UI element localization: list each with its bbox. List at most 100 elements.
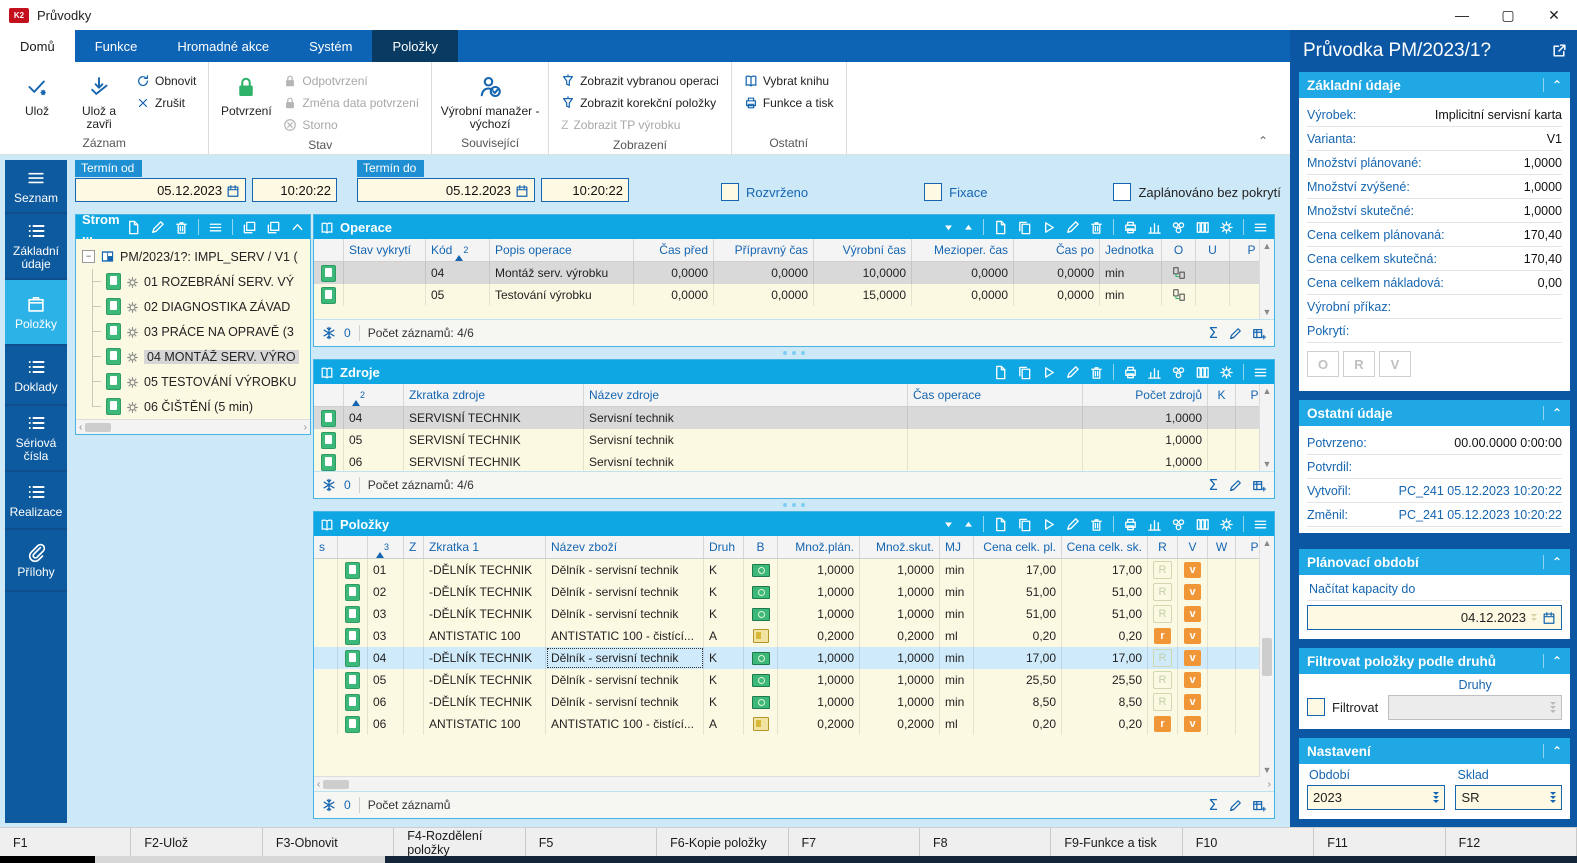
termin-od-time-field[interactable]: 10:20:22 [252, 178, 337, 202]
delete-icon[interactable] [174, 220, 189, 235]
sidebar-item-seriova-cisla[interactable]: Sériová čísla [5, 406, 67, 472]
storno-button[interactable]: Storno [277, 114, 425, 136]
chart-icon[interactable] [1147, 220, 1162, 235]
table-row-selected[interactable]: 04 -DĚLNÍK TECHNIK Dělník - servisní tec… [314, 647, 1274, 669]
vyrobni-manazer-button[interactable]: Výrobní manažer - výchozí [438, 66, 542, 134]
copy-icon[interactable] [1017, 220, 1032, 235]
delete-icon[interactable] [1089, 365, 1104, 380]
nacitat-kapacity-field[interactable]: 04.12.2023 [1307, 605, 1562, 630]
edit-icon[interactable] [1065, 220, 1080, 235]
collapse-section-icon[interactable]: ⌃ [1543, 555, 1562, 569]
tab-domu[interactable]: Domů [0, 30, 75, 62]
zobrazit-vybranou-operaci-button[interactable]: Zobrazit vybranou operaci [555, 70, 725, 92]
chart-icon[interactable] [1147, 517, 1162, 532]
tree-item-selected[interactable]: 04 MONTÁŽ SERV. VÝRO [82, 344, 310, 369]
zobrazit-tp-vyrobku-button[interactable]: ZZobrazit TP výrobku [555, 114, 725, 136]
menu-icon[interactable] [1253, 517, 1268, 532]
uloz-a-zavri-button[interactable]: Ulož a zavři [68, 66, 130, 134]
tree-item[interactable]: 06 ČIŠTĚNÍ (5 min) [82, 394, 310, 419]
workflow-icon[interactable] [1171, 220, 1186, 235]
sidebar-item-realizace[interactable]: Realizace [5, 472, 67, 530]
table-row[interactable]: 02 -DĚLNÍK TECHNIK Dělník - servisní tec… [314, 581, 1274, 603]
table-row[interactable]: 06 SERVISNÍ TECHNIK Servisní technik 1,0… [314, 451, 1274, 471]
tree-item[interactable]: 03 PRÁCE NA OPRAVĚ (3 [82, 319, 310, 344]
workflow-icon[interactable] [1171, 517, 1186, 532]
bulk-add-icon[interactable] [1252, 797, 1266, 814]
fkey-f12[interactable]: F12 [1446, 828, 1577, 857]
tab-hromadne-akce[interactable]: Hromadné akce [157, 30, 289, 62]
filtrovat-checkbox[interactable] [1307, 698, 1325, 716]
bulk-add-icon[interactable] [1252, 325, 1266, 342]
table-row[interactable]: 01 -DĚLNÍK TECHNIK Dělník - servisní tec… [314, 559, 1274, 581]
run-icon[interactable] [1041, 365, 1056, 380]
vybrat-knihu-button[interactable]: Vybrat knihu [738, 70, 840, 92]
tree-item[interactable]: 02 DIAGNOSTIKA ZÁVAD [82, 294, 310, 319]
table-row[interactable]: 04 SERVISNÍ TECHNIK Servisní technik 1,0… [314, 407, 1274, 429]
potvrzeni-button[interactable]: Potvrzení [215, 66, 277, 136]
columns-icon[interactable] [1195, 220, 1210, 235]
collapse-section-icon[interactable]: ⌃ [1543, 406, 1562, 420]
new-record-icon[interactable] [993, 220, 1008, 235]
columns-icon[interactable] [1195, 365, 1210, 380]
fkey-f5[interactable]: F5 [526, 828, 657, 857]
zdroje-vertical-scrollbar[interactable]: ▲▼ [1259, 384, 1274, 471]
tab-funkce[interactable]: Funkce [75, 30, 158, 62]
obdobi-dropdown[interactable]: 2023 [1307, 785, 1445, 810]
menu-icon[interactable] [1253, 365, 1268, 380]
tree-item[interactable]: 01 ROZEBRÁNÍ SERV. VÝ [82, 269, 310, 294]
new-record-icon[interactable] [993, 365, 1008, 380]
tab-system[interactable]: Systém [289, 30, 372, 62]
sidebar-item-doklady[interactable]: Doklady [5, 346, 67, 406]
print-icon[interactable] [1123, 517, 1138, 532]
move-up-icon[interactable] [963, 222, 974, 233]
new-record-icon[interactable] [126, 220, 141, 235]
delete-icon[interactable] [1089, 220, 1104, 235]
zaplanovano-checkbox[interactable] [1113, 183, 1131, 201]
fixace-checkbox[interactable] [924, 183, 942, 201]
fkey-f3[interactable]: F3-Obnovit [263, 828, 394, 857]
run-icon[interactable] [1041, 517, 1056, 532]
table-row[interactable]: 03 ANTISTATIC 100 ANTISTATIC 100 - čistí… [314, 625, 1274, 647]
calendar-icon[interactable] [1542, 610, 1556, 626]
sklad-dropdown[interactable]: SR [1455, 785, 1562, 810]
zrusit-button[interactable]: Zrušit [130, 92, 202, 114]
sum-icon[interactable]: Σ [1209, 476, 1218, 494]
table-row[interactable]: 05 Testování výrobku 0,0000 0,0000 15,00… [314, 284, 1274, 306]
table-row[interactable]: 05 -DĚLNÍK TECHNIK Dělník - servisní tec… [314, 669, 1274, 691]
new-record-icon[interactable] [993, 517, 1008, 532]
edit-icon[interactable] [150, 220, 165, 235]
fkey-f6[interactable]: F6-Kopie položky [657, 828, 788, 857]
copy-icon[interactable] [1017, 365, 1032, 380]
pokryti-o-button[interactable]: O [1307, 351, 1339, 377]
fkey-f11[interactable]: F11 [1314, 828, 1445, 857]
termin-do-time-field[interactable]: 10:20:22 [541, 178, 629, 202]
settings-gear-icon[interactable] [1219, 517, 1234, 532]
menu-icon[interactable] [1253, 220, 1268, 235]
sum-icon[interactable]: Σ [1209, 796, 1218, 814]
delete-icon[interactable] [1089, 517, 1104, 532]
move-down-icon[interactable] [943, 222, 954, 233]
settings-gear-icon[interactable] [1219, 365, 1234, 380]
calendar-icon[interactable] [515, 182, 529, 198]
odpotvrzeni-button[interactable]: Odpotvrzení [277, 70, 425, 92]
obnovit-button[interactable]: Obnovit [130, 70, 202, 92]
columns-icon[interactable] [1195, 517, 1210, 532]
edit-icon[interactable] [1065, 365, 1080, 380]
druhy-dropdown[interactable] [1388, 695, 1562, 720]
polozky-vertical-scrollbar[interactable]: ▲▼ [1259, 536, 1274, 777]
fkey-f8[interactable]: F8 [920, 828, 1051, 857]
edit-icon[interactable] [1228, 797, 1242, 814]
fkey-f9[interactable]: F9-Funkce a tisk [1051, 828, 1182, 857]
copy-icon[interactable] [1017, 517, 1032, 532]
horizontal-splitter[interactable] [313, 347, 1275, 359]
pokryti-v-button[interactable]: V [1379, 351, 1411, 377]
zmena-data-potvrzeni-button[interactable]: Změna data potvrzení [277, 92, 425, 114]
edit-icon[interactable] [1065, 517, 1080, 532]
fkey-f10[interactable]: F10 [1183, 828, 1314, 857]
tree-horizontal-scrollbar[interactable]: ‹› [76, 419, 310, 434]
uloz-button[interactable]: Ulož [6, 66, 68, 134]
print-icon[interactable] [1123, 365, 1138, 380]
horizontal-splitter[interactable] [313, 499, 1275, 511]
tree-item[interactable]: 05 TESTOVÁNÍ VÝROBKU [82, 369, 310, 394]
sidebar-item-seznam[interactable]: Seznam [5, 160, 67, 214]
